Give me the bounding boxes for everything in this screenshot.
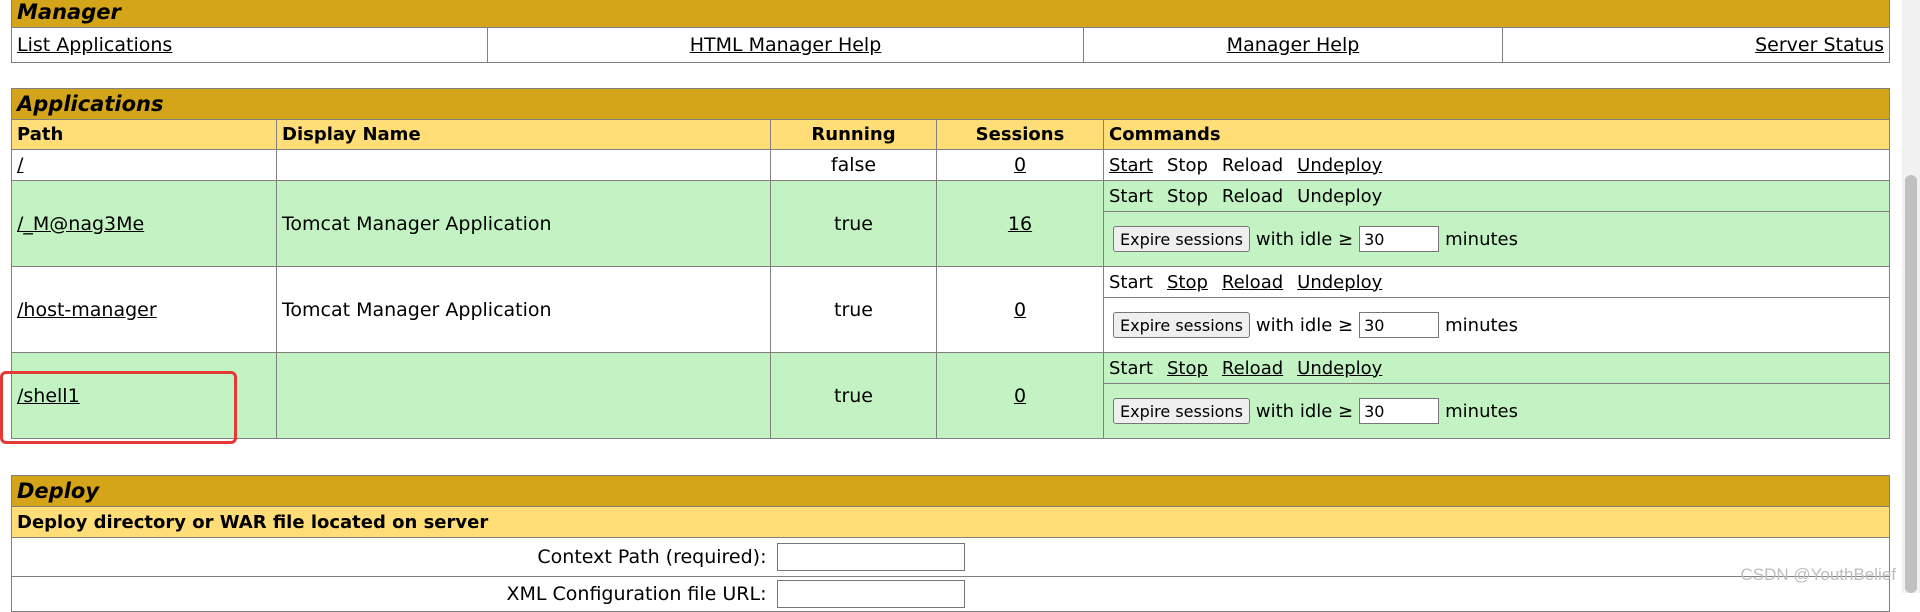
expire-sessions-button[interactable]: Expire sessions bbox=[1113, 312, 1250, 338]
sessions-link[interactable]: 16 bbox=[1008, 213, 1032, 235]
undeploy-command-link[interactable]: Undeploy bbox=[1297, 155, 1382, 176]
sessions-cell: 0 bbox=[936, 266, 1104, 353]
display-name-cell bbox=[276, 352, 771, 439]
stop-command: Stop bbox=[1166, 185, 1208, 207]
commands-cell: Start Stop Reload Undeploy bbox=[1102, 149, 1891, 181]
list-applications-link[interactable]: List Applications bbox=[17, 34, 172, 56]
idle-minutes-input[interactable] bbox=[1359, 226, 1440, 252]
nav-cell: HTML Manager Help bbox=[487, 27, 1084, 63]
reload-command-link[interactable]: Reload bbox=[1222, 272, 1283, 293]
minutes-label: minutes bbox=[1445, 228, 1518, 250]
reload-command-link[interactable]: Reload bbox=[1222, 358, 1283, 379]
deploy-section: Deploy Deploy directory or WAR file loca… bbox=[11, 475, 1890, 612]
table-row: /host-manager Tomcat Manager Application… bbox=[11, 266, 1891, 353]
minutes-label: minutes bbox=[1445, 400, 1518, 422]
with-idle-label: with idle ≥ bbox=[1255, 400, 1354, 422]
start-command: Start bbox=[1109, 357, 1153, 379]
sessions-link[interactable]: 0 bbox=[1014, 385, 1026, 407]
reload-command: Reload bbox=[1221, 154, 1284, 176]
minutes-label: minutes bbox=[1445, 314, 1518, 336]
commands-cell: Start Stop Reload Undeploy Expire sessio… bbox=[1102, 352, 1891, 439]
app-path-link[interactable]: / bbox=[17, 154, 23, 176]
nav-cell: Server Status bbox=[1501, 27, 1891, 63]
start-command-link[interactable]: Start bbox=[1109, 155, 1153, 176]
table-row: /_M@nag3Me Tomcat Manager Application tr… bbox=[11, 180, 1891, 267]
server-status-link[interactable]: Server Status bbox=[1755, 34, 1884, 56]
display-name-cell bbox=[276, 149, 771, 181]
manager-help-link[interactable]: Manager Help bbox=[1227, 34, 1360, 56]
sessions-cell: 16 bbox=[936, 180, 1104, 267]
applications-section: Applications Path Display Name Running S… bbox=[10, 88, 1891, 439]
expire-sessions-button[interactable]: Expire sessions bbox=[1113, 226, 1250, 252]
reload-command: Reload bbox=[1221, 185, 1284, 207]
scrollbar-thumb[interactable] bbox=[1905, 175, 1917, 593]
context-path-label: Context Path (required): bbox=[11, 537, 772, 577]
html-manager-help-link[interactable]: HTML Manager Help bbox=[690, 34, 882, 56]
undeploy-command: Undeploy bbox=[1297, 185, 1383, 207]
running-cell: true bbox=[770, 266, 937, 353]
sessions-link[interactable]: 0 bbox=[1014, 154, 1026, 176]
expire-sessions-button[interactable]: Expire sessions bbox=[1113, 398, 1250, 424]
running-cell: true bbox=[770, 352, 937, 439]
column-header-sessions: Sessions bbox=[936, 119, 1104, 150]
column-header-display-name: Display Name bbox=[276, 119, 771, 150]
stop-command: Stop bbox=[1166, 154, 1208, 176]
undeploy-command-link[interactable]: Undeploy bbox=[1297, 358, 1382, 379]
app-path-link[interactable]: /host-manager bbox=[17, 299, 157, 321]
display-name-cell: Tomcat Manager Application bbox=[276, 266, 771, 353]
table-row: / false 0 Start Stop Reload Undeploy bbox=[11, 149, 1891, 181]
path-cell: /host-manager bbox=[11, 266, 277, 353]
idle-minutes-input[interactable] bbox=[1359, 312, 1440, 338]
undeploy-command-link[interactable]: Undeploy bbox=[1297, 272, 1382, 293]
manager-section: Manager List Applications HTML Manager H… bbox=[10, 0, 1891, 63]
path-cell: /shell1 bbox=[11, 352, 277, 439]
with-idle-label: with idle ≥ bbox=[1255, 228, 1354, 250]
column-header-commands: Commands bbox=[1102, 119, 1891, 150]
running-cell: false bbox=[770, 149, 937, 181]
path-cell: /_M@nag3Me bbox=[11, 180, 277, 267]
commands-cell: Start Stop Reload Undeploy Expire sessio… bbox=[1102, 180, 1891, 267]
applications-title: Applications bbox=[10, 88, 1891, 120]
display-name-cell: Tomcat Manager Application bbox=[276, 180, 771, 267]
context-path-cell bbox=[771, 537, 1890, 577]
watermark: CSDN @YouthBelief bbox=[1740, 565, 1896, 584]
stop-command-link[interactable]: Stop bbox=[1167, 272, 1208, 293]
sessions-cell: 0 bbox=[936, 149, 1104, 181]
sessions-cell: 0 bbox=[936, 352, 1104, 439]
idle-minutes-input[interactable] bbox=[1359, 398, 1440, 424]
xml-config-label: XML Configuration file URL: bbox=[11, 576, 772, 612]
app-path-link[interactable]: /shell1 bbox=[17, 385, 80, 407]
start-command: Start bbox=[1109, 271, 1153, 293]
scrollbar[interactable] bbox=[1902, 0, 1920, 593]
context-path-input[interactable] bbox=[776, 543, 965, 571]
xml-config-cell bbox=[771, 576, 1890, 612]
sessions-link[interactable]: 0 bbox=[1014, 299, 1026, 321]
with-idle-label: with idle ≥ bbox=[1255, 314, 1354, 336]
xml-config-url-input[interactable] bbox=[776, 580, 965, 608]
nav-cell: Manager Help bbox=[1083, 27, 1503, 63]
start-command: Start bbox=[1109, 185, 1153, 207]
column-header-path: Path bbox=[11, 119, 277, 150]
app-path-link[interactable]: /_M@nag3Me bbox=[17, 213, 144, 235]
nav-cell: List Applications bbox=[11, 27, 488, 63]
manager-title: Manager bbox=[10, 0, 1891, 28]
stop-command-link[interactable]: Stop bbox=[1167, 358, 1208, 379]
deploy-subtitle: Deploy directory or WAR file located on … bbox=[11, 506, 1890, 538]
commands-cell: Start Stop Reload Undeploy Expire sessio… bbox=[1102, 266, 1891, 353]
table-row: /shell1 true 0 Start Stop Reload Undeplo… bbox=[11, 352, 1891, 439]
applications-header-row: Path Display Name Running Sessions Comma… bbox=[11, 119, 1891, 150]
column-header-running: Running bbox=[770, 119, 937, 150]
deploy-title: Deploy bbox=[11, 475, 1890, 507]
path-cell: / bbox=[11, 149, 277, 181]
running-cell: true bbox=[770, 180, 937, 267]
